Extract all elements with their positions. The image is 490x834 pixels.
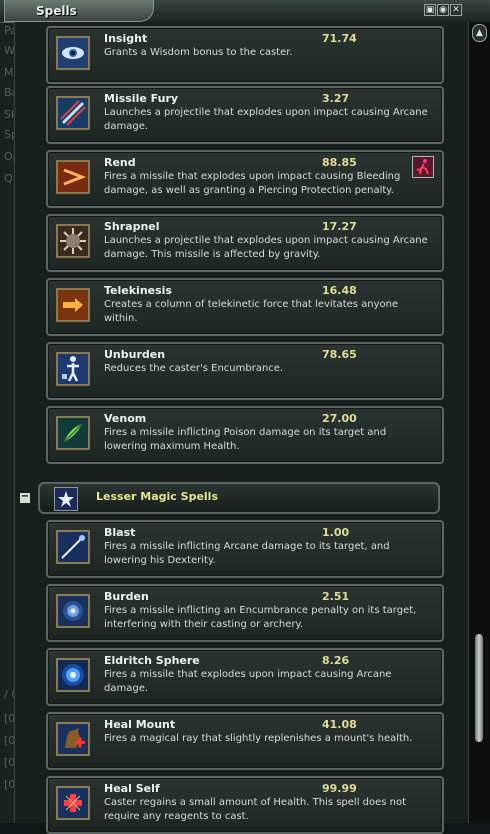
spell-name: Shrapnel [104,220,160,233]
spell-value: 16.48 [322,284,357,297]
heal-mount-icon [56,722,90,756]
spell-value: 78.65 [322,348,357,361]
spell-description: Launches a projectile that explodes upon… [104,235,428,260]
scroll-thumb[interactable] [475,634,483,742]
spell-value: 17.27 [322,220,357,233]
spell-name: Unburden [104,348,166,361]
telekinesis-icon [56,288,90,322]
pin-button[interactable]: ▣ [424,4,436,16]
burden-icon [56,594,90,628]
spell-value: 71.74 [322,32,357,45]
eldritch-sphere-icon [56,658,90,692]
shrapnel-icon [56,224,90,258]
spell-description: Launches a projectile that explodes upon… [104,107,428,132]
spell-row-heal-mount[interactable]: Heal Mount 41.08 Fires a magical ray tha… [46,712,444,770]
spell-description: Fires a missile inflicting Poison damage… [104,427,387,452]
spell-name: Rend [104,156,136,169]
spell-row-missile-fury[interactable]: Missile Fury 3.27 Launches a projectile … [46,86,444,144]
settings-button[interactable]: ◉ [437,4,449,16]
spell-description: Reduces the caster's Encumbrance. [104,363,284,374]
unburden-icon [56,352,90,386]
spell-row-venom[interactable]: Venom 27.00 Fires a missile inflicting P… [46,406,444,464]
spell-row-heal-self[interactable]: Heal Self 99.99 Caster regains a small a… [46,776,444,834]
window-title: Spells [36,4,77,18]
spell-row-blast[interactable]: Blast 1.00 Fires a missile inflicting Ar… [46,520,444,578]
missile-fury-icon [56,96,90,130]
collapse-toggle[interactable]: − [20,492,30,503]
spell-row-telekinesis[interactable]: Telekinesis 16.48 Creates a column of te… [46,278,444,336]
eye-icon [56,36,90,70]
spell-description: Caster regains a small amount of Health.… [104,797,407,822]
spell-value: 2.51 [322,590,350,603]
running-figure-icon[interactable] [412,156,434,178]
window-titlebar[interactable]: Spells ▣ ◉ ✕ [0,0,490,23]
spell-description: Fires a missile inflicting an Encumbranc… [104,605,417,630]
spell-name: Telekinesis [104,284,172,297]
scroll-up-button[interactable]: ▲ [472,24,487,42]
spell-row-unburden[interactable]: Unburden 78.65 Reduces the caster's Encu… [46,342,444,400]
spell-row-eldritch-sphere[interactable]: Eldritch Sphere 8.26 Fires a missile tha… [46,648,444,706]
spell-description: Fires a magical ray that slightly replen… [104,733,413,744]
heal-self-icon [56,786,90,820]
spell-row-burden[interactable]: Burden 2.51 Fires a missile inflicting a… [46,584,444,642]
spell-value: 41.08 [322,718,357,731]
star-icon [54,487,78,511]
spell-description: Fires a missile that explodes upon impac… [104,171,401,196]
background-text: Q [4,172,13,185]
blast-icon [56,530,90,564]
spell-description: Fires a missile inflicting Arcane damage… [104,541,390,566]
spell-row-shrapnel[interactable]: Shrapnel 17.27 Launches a projectile tha… [46,214,444,272]
spell-description: Grants a Wisdom bonus to the caster. [104,47,293,58]
spell-name: Insight [104,32,148,45]
spell-name: Heal Mount [104,718,176,731]
spell-value: 99.99 [322,782,357,795]
spell-row-insight[interactable]: Insight 71.74 Grants a Wisdom bonus to t… [46,26,444,84]
spell-name: Blast [104,526,136,539]
spell-value: 27.00 [322,412,357,425]
spell-row-rend[interactable]: Rend 88.85 Fires a missile that explodes… [46,150,444,208]
spell-value: 1.00 [322,526,350,539]
close-button[interactable]: ✕ [450,4,462,16]
scrollbar[interactable]: ▲ [468,22,490,823]
venom-icon [56,416,90,450]
title-tab [4,0,154,22]
spell-name: Burden [104,590,149,603]
spell-description: Fires a missile that explodes upon impac… [104,669,392,694]
spell-value: 8.26 [322,654,350,667]
rend-icon [56,160,90,194]
section-label: Lesser Magic Spells [96,490,218,503]
spell-name: Eldritch Sphere [104,654,200,667]
spell-value: 88.85 [322,156,357,169]
spell-description: Creates a column of telekinetic force th… [104,299,399,324]
spell-name: Heal Self [104,782,160,795]
spell-name: Venom [104,412,147,425]
section-header-lesser-magic[interactable]: Lesser Magic Spells [38,482,440,514]
spell-name: Missile Fury [104,92,179,105]
spell-value: 3.27 [322,92,350,105]
